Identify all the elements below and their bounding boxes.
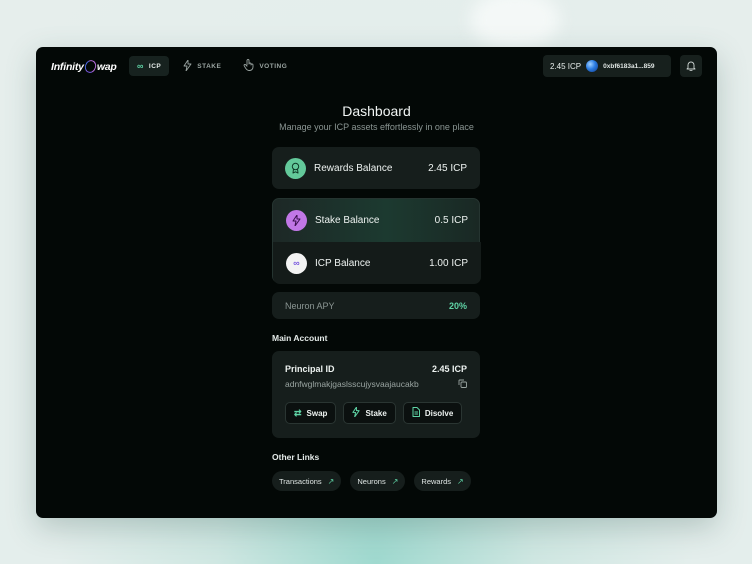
brand-name-prefix: Infinity xyxy=(51,60,84,73)
copy-icon[interactable] xyxy=(458,379,467,388)
principal-id-value: adnfwglmakjgaslsscujysvaajaucakb xyxy=(285,379,419,389)
neuron-apy-card: Neuron APY 20% xyxy=(272,292,480,319)
wallet-address: 0xbf6183a1...859 xyxy=(603,62,655,70)
notifications-button[interactable] xyxy=(680,55,702,77)
neuron-apy-label: Neuron APY xyxy=(285,300,335,311)
principal-id-label: Principal ID xyxy=(285,364,335,374)
transactions-link[interactable]: Transactions ↗ xyxy=(272,471,342,491)
logo-s-icon xyxy=(82,58,98,75)
nav-item-icp[interactable]: ∞ ICP xyxy=(129,56,170,76)
wallet-avatar-icon xyxy=(586,60,599,72)
arrow-up-right-icon: ↗ xyxy=(391,476,399,486)
rewards-balance-row: Rewards Balance 2.45 ICP xyxy=(272,147,480,189)
top-nav: ∞ ICP STAKE VOTING xyxy=(129,56,295,76)
lightning-icon xyxy=(183,59,192,73)
nav-item-voting[interactable]: VOTING xyxy=(235,56,295,76)
swap-button[interactable]: ⇄ Swap xyxy=(285,402,337,424)
dissolve-label: Disolve xyxy=(424,408,454,418)
app-window: Infinity wap ∞ ICP STAKE VOTING 2.45 ICP… xyxy=(36,47,717,518)
award-icon xyxy=(285,157,306,179)
stake-balance-label: Stake Balance xyxy=(315,214,380,226)
link-label: Transactions xyxy=(279,476,322,486)
stake-icp-card: Stake Balance 0.5 ICP ∞ ICP Balance 1.00… xyxy=(272,198,481,284)
icp-logo-icon: ∞ xyxy=(286,252,307,274)
swap-icon: ⇄ xyxy=(294,407,302,418)
nav-label: STAKE xyxy=(197,62,222,70)
brand-name-suffix: wap xyxy=(96,60,117,73)
arrow-up-right-icon: ↗ xyxy=(457,476,464,486)
icp-balance-label: ICP Balance xyxy=(315,257,371,269)
rewards-balance-label: Rewards Balance xyxy=(314,162,393,174)
stake-balance-value: 0.5 ICP xyxy=(434,214,468,226)
rewards-link[interactable]: Rewards ↗ xyxy=(414,471,471,491)
nav-label: VOTING xyxy=(259,62,288,70)
neurons-link[interactable]: Neurons ↗ xyxy=(350,471,406,491)
hand-pointer-icon xyxy=(243,59,254,73)
main-account-heading: Main Account xyxy=(272,333,328,343)
account-actions: ⇄ Swap Stake Disolve xyxy=(285,402,463,424)
stake-button[interactable]: Stake xyxy=(343,402,396,424)
document-icon xyxy=(412,407,420,419)
background-glow xyxy=(470,0,560,50)
brand-logo[interactable]: Infinity wap xyxy=(51,58,117,75)
bell-icon xyxy=(686,60,696,73)
neuron-apy-value: 20% xyxy=(448,300,467,311)
wallet-balance: 2.45 ICP xyxy=(550,61,582,71)
nav-label: ICP xyxy=(148,62,162,70)
stake-label: Stake xyxy=(365,408,387,418)
nav-item-stake[interactable]: STAKE xyxy=(175,56,229,76)
icp-balance-value: 1.00 ICP xyxy=(429,257,468,269)
lightning-icon xyxy=(352,406,361,419)
other-links: Transactions ↗ Neurons ↗ Rewards ↗ xyxy=(272,471,471,491)
lightning-icon xyxy=(286,209,307,231)
stake-balance-row[interactable]: Stake Balance 0.5 ICP xyxy=(273,199,481,241)
arrow-up-right-icon: ↗ xyxy=(327,476,335,486)
main-account-card: Principal ID 2.45 ICP adnfwglmakjgaslssc… xyxy=(272,351,480,438)
neuron-apy-row: Neuron APY 20% xyxy=(272,292,480,319)
icp-balance-row[interactable]: ∞ ICP Balance 1.00 ICP xyxy=(273,242,481,284)
swap-label: Swap xyxy=(306,408,328,418)
link-label: Rewards xyxy=(421,476,452,486)
dissolve-button[interactable]: Disolve xyxy=(402,402,463,424)
wallet-button[interactable]: 2.45 ICP 0xbf6183a1...859 xyxy=(543,55,671,77)
page-title: Dashboard xyxy=(342,103,411,119)
link-label: Neurons xyxy=(357,476,386,486)
principal-balance: 2.45 ICP xyxy=(431,364,467,374)
other-links-heading: Other Links xyxy=(272,452,320,462)
rewards-balance-value: 2.45 ICP xyxy=(428,162,467,174)
rewards-balance-card[interactable]: Rewards Balance 2.45 ICP xyxy=(272,147,480,189)
infinity-icon: ∞ xyxy=(137,60,144,71)
page-subtitle: Manage your ICP assets effortlessly in o… xyxy=(279,122,474,132)
